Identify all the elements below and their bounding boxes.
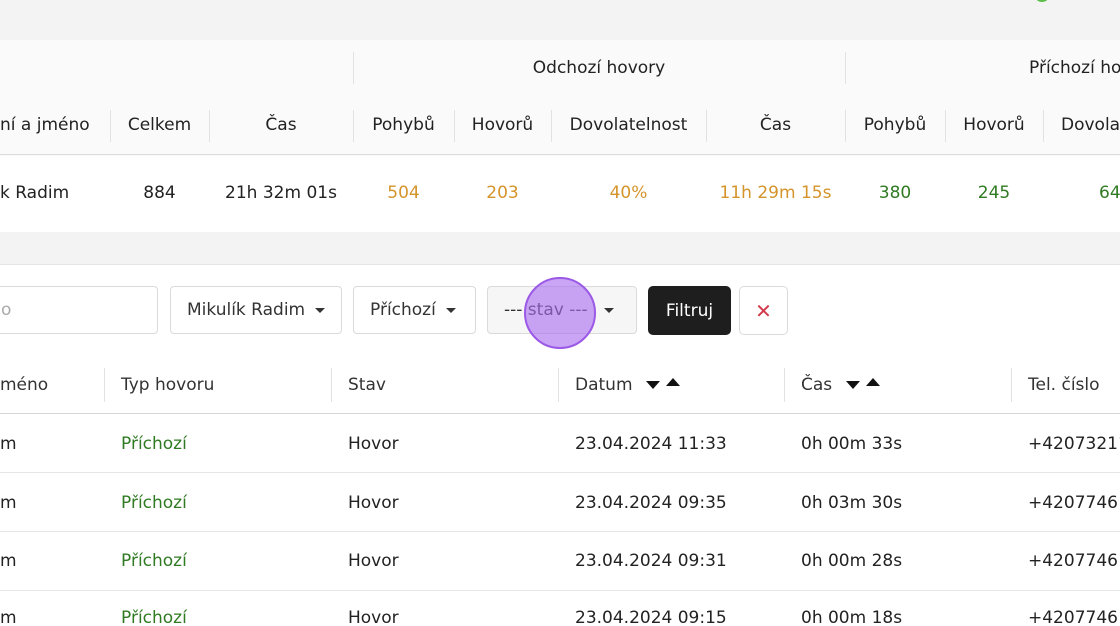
sort-desc-icon[interactable]	[845, 381, 860, 389]
summary-in-calls: 245	[977, 183, 1011, 203]
col-time-header[interactable]: Čas	[209, 115, 353, 135]
col-out-time-header[interactable]: Čas	[706, 115, 845, 135]
divider	[104, 368, 105, 402]
col-in-reach-header[interactable]: Dovola	[1061, 115, 1120, 135]
filter-button[interactable]: Filtruj	[648, 286, 731, 335]
summary-header: Odchozí hovory Příchozí ho ní a jméno Ce…	[0, 40, 1120, 155]
cell-type: Příchozí	[121, 551, 187, 571]
col-in-moves-header[interactable]: Pohybů	[845, 115, 945, 135]
group-outgoing: Odchozí hovory	[532, 58, 666, 78]
cell-time: 0h 03m 30s	[801, 493, 903, 513]
col-out-reach-header[interactable]: Dovolatelnost	[551, 115, 706, 135]
th-date[interactable]: Datum	[575, 375, 680, 395]
row-divider	[0, 590, 1120, 591]
close-icon: ✕	[755, 298, 772, 323]
col-name-header[interactable]: ní a jméno	[0, 115, 90, 135]
cell-name: m	[0, 551, 17, 571]
sort-desc-icon[interactable]	[645, 381, 660, 389]
sort-asc-icon[interactable]	[665, 378, 680, 386]
sort-icons	[645, 375, 680, 395]
th-time-label: Čas	[801, 375, 833, 395]
search-input[interactable]: o	[0, 286, 158, 334]
divider	[331, 368, 332, 402]
col-out-moves-header[interactable]: Pohybů	[353, 115, 454, 135]
sort-asc-icon[interactable]	[865, 378, 880, 386]
status-dot-icon	[1034, 0, 1050, 2]
divider	[558, 368, 559, 402]
th-type[interactable]: Typ hovoru	[121, 375, 214, 395]
direction-select[interactable]: Příchozí	[353, 286, 476, 334]
th-name[interactable]: méno	[0, 375, 48, 395]
row-divider	[0, 531, 1120, 532]
group-incoming: Příchozí ho	[1029, 58, 1120, 78]
th-date-label: Datum	[575, 375, 633, 395]
cell-type: Příchozí	[121, 493, 187, 513]
col-in-calls-header[interactable]: Hovorů	[945, 115, 1043, 135]
cell-phone: +4207746	[1028, 493, 1118, 513]
cell-state: Hovor	[348, 434, 399, 454]
sort-icons	[845, 375, 880, 395]
chevron-down-icon	[315, 307, 326, 313]
divider	[1043, 110, 1044, 142]
cell-state: Hovor	[348, 493, 399, 513]
divider	[845, 52, 846, 84]
divider	[784, 368, 785, 402]
col-total-header[interactable]: Celkem	[110, 115, 209, 135]
row-divider	[0, 472, 1120, 473]
header-divider	[0, 413, 1120, 414]
clear-filter-button[interactable]: ✕	[739, 286, 788, 335]
summary-out-calls: 203	[486, 183, 519, 203]
cell-date: 23.04.2024 09:31	[575, 551, 727, 571]
click-indicator	[524, 277, 596, 349]
direction-select-value: Příchozí	[370, 300, 436, 320]
col-out-calls-header[interactable]: Hovorů	[454, 115, 551, 135]
th-phone[interactable]: Tel. číslo	[1028, 375, 1100, 395]
summary-row: k Radim 884 21h 32m 01s 504 203 40% 11h …	[0, 156, 1120, 232]
cell-date: 23.04.2024 09:35	[575, 493, 727, 513]
divider	[1011, 368, 1012, 402]
cell-type: Příchozí	[121, 434, 187, 454]
search-placeholder: o	[1, 300, 12, 320]
summary-total: 884	[143, 183, 176, 203]
cell-time: 0h 00m 18s	[801, 608, 903, 626]
user-select-value: Mikulík Radim	[187, 300, 306, 320]
cell-name: m	[0, 493, 17, 513]
summary-out-moves: 504	[387, 183, 420, 203]
cell-phone: +4207746	[1028, 551, 1118, 571]
summary-name: k Radim	[0, 183, 70, 203]
chevron-down-icon	[603, 307, 614, 313]
cell-name: m	[0, 608, 17, 626]
cell-state: Hovor	[348, 551, 399, 571]
cell-phone: +4207746	[1028, 608, 1118, 626]
cell-time: 0h 00m 28s	[801, 551, 903, 571]
cell-phone: +42073211	[1028, 434, 1120, 454]
chevron-down-icon	[445, 307, 456, 313]
cell-state: Hovor	[348, 608, 399, 626]
cell-name: m	[0, 434, 17, 454]
cell-date: 23.04.2024 11:33	[575, 434, 727, 454]
summary-out-reach: 40%	[609, 183, 648, 203]
cell-type: Příchozí	[121, 608, 187, 626]
cell-time: 0h 00m 33s	[801, 434, 903, 454]
summary-out-time: 11h 29m 15s	[719, 183, 832, 203]
cell-date: 23.04.2024 09:15	[575, 608, 727, 626]
th-state[interactable]: Stav	[348, 375, 386, 395]
user-select[interactable]: Mikulík Radim	[170, 286, 342, 334]
summary-in-reach: 64	[1099, 183, 1120, 203]
top-strip	[0, 0, 1120, 40]
summary-time: 21h 32m 01s	[225, 183, 337, 203]
th-time[interactable]: Čas	[801, 375, 880, 395]
summary-in-moves: 380	[878, 183, 912, 203]
